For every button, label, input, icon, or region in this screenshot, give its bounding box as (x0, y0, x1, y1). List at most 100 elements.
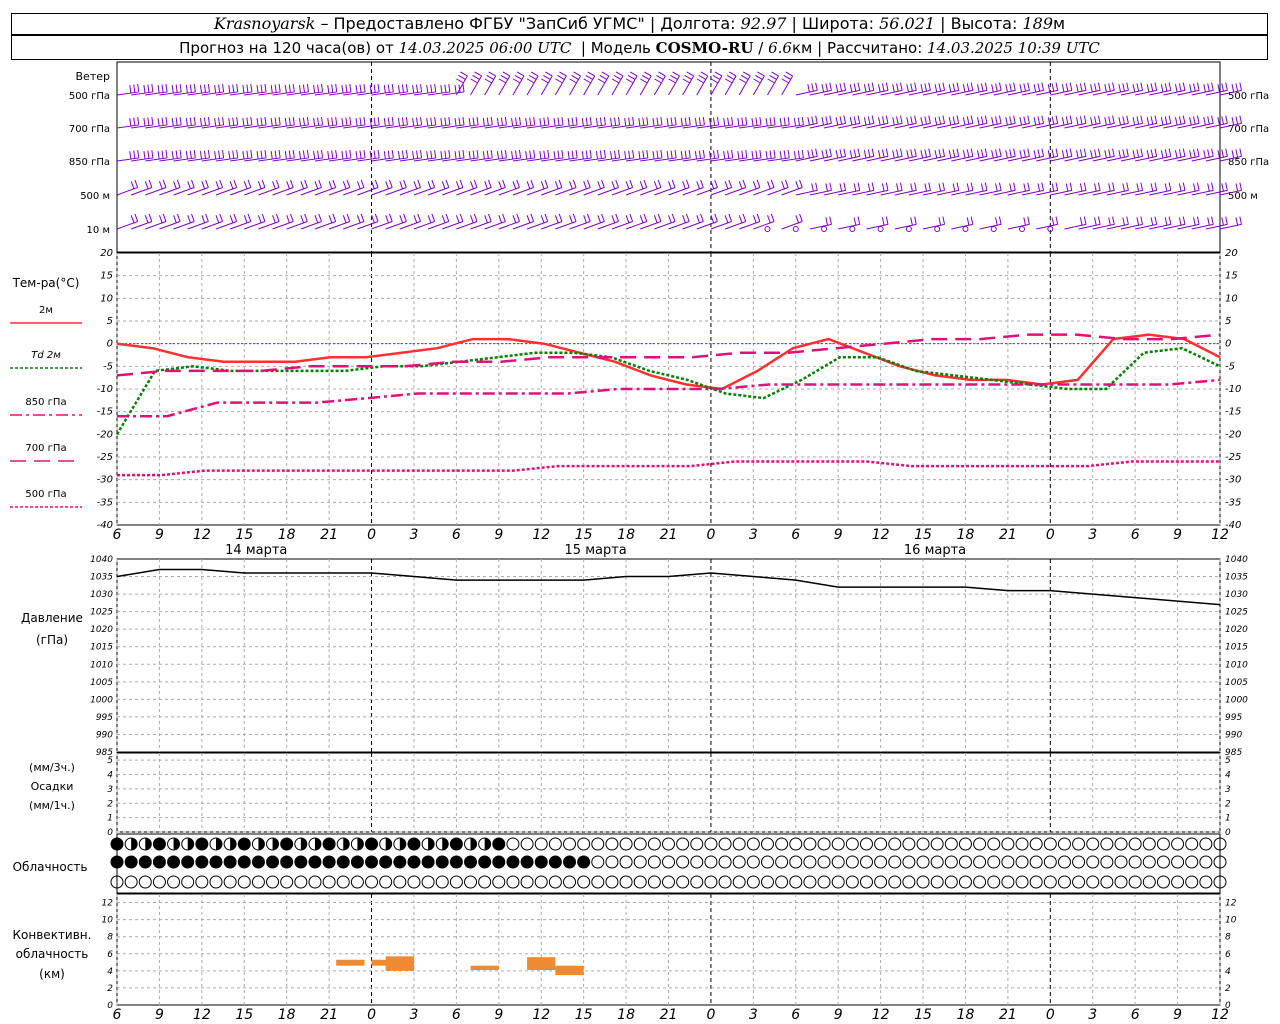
wind-barb-flag (910, 83, 913, 92)
cloud-symbol (633, 855, 647, 869)
wind-barb-flag (530, 179, 535, 188)
wind-barb-flag (745, 116, 748, 126)
cloud-symbol (266, 855, 280, 869)
wind-barb-flag (660, 116, 663, 126)
wind-barb-flag (829, 115, 832, 124)
wind-barb-flag (179, 149, 182, 159)
cloud-symbol (633, 837, 647, 851)
y-tick-label: 1005 (1225, 678, 1248, 688)
wind-barb-flag (1075, 117, 1079, 126)
time-tick-label: 18 (957, 1007, 975, 1023)
wind-barb-flag (825, 149, 829, 158)
cloud-symbol (223, 855, 237, 869)
wind-barb-flag (1182, 182, 1186, 191)
y-tick-label: 4 (107, 771, 113, 781)
wind-barb-flag (1079, 116, 1083, 125)
wind-barb-flag (585, 117, 588, 126)
wind-barb-flag (753, 78, 761, 84)
cloud-symbol (1086, 875, 1100, 889)
wind-barb-flag (585, 74, 593, 80)
wind-barb-flag (130, 215, 135, 224)
wind-barb-flag (256, 85, 259, 94)
wind-barb-flag (335, 116, 338, 126)
wind-barb-flag (1027, 148, 1030, 157)
wind-barb-flag (1065, 116, 1069, 125)
cloud-symbol (492, 875, 506, 889)
wind-barb-flag (215, 181, 220, 190)
wind-barb-flag (643, 213, 648, 222)
wind-barb-flag (218, 84, 221, 93)
cloud-symbol (605, 855, 619, 869)
wind-barb (752, 75, 765, 96)
wind-barb-flag (290, 179, 294, 188)
wind-barb-flag (1013, 148, 1016, 157)
wind-barb-flag (335, 149, 338, 159)
wind-barb-flag (737, 118, 740, 127)
wind-barb-flag (412, 118, 415, 127)
wind-barb-flag (473, 213, 478, 222)
wind-barb-flag (243, 181, 248, 190)
wind-barb-flag (942, 148, 946, 157)
cloud-symbol (1057, 875, 1071, 889)
wind-barb-flag (484, 181, 488, 190)
wind-barb-flag (1051, 183, 1055, 192)
wind-barb-flag (885, 216, 889, 225)
y-tick-label: 10 (1225, 916, 1237, 926)
wind-barb-flag (885, 115, 889, 124)
y-tick-label: 10 (102, 916, 114, 926)
time-tick-label: 3 (410, 527, 419, 543)
cloud-symbol (393, 875, 407, 889)
wind-barb-flag (1178, 116, 1182, 125)
cloud-symbol (506, 837, 520, 851)
cloud-symbol (1043, 875, 1057, 889)
wind-barb-flag (203, 150, 207, 159)
wind-barb (583, 75, 596, 96)
cloud-symbol (690, 837, 704, 851)
cloud-symbol (534, 875, 548, 889)
wind-barb-flag (573, 71, 581, 77)
wind-barb-flag (811, 183, 814, 192)
wind-barb-flag (397, 85, 401, 94)
cloud-symbol (930, 837, 944, 851)
wind-barb-flag (1182, 115, 1186, 124)
wind-barb-flag (942, 216, 946, 225)
wind-barb-flag (148, 179, 153, 188)
wind-barb-flag (1009, 116, 1012, 125)
wind-barb-flag (694, 118, 697, 127)
wind-barb-flag (189, 117, 192, 126)
wind-barb-flag (700, 179, 704, 188)
cloud-symbol-fill (272, 838, 279, 850)
wind-barb-flag (653, 215, 658, 224)
wind-barb-flag (1065, 149, 1069, 158)
time-tick-label: 0 (367, 527, 376, 543)
wind-barb-flag (317, 150, 320, 159)
wind-barb-flag (557, 74, 565, 80)
wind-barb-flag (1207, 116, 1210, 125)
wind-barb-flag (458, 150, 461, 159)
wind-barb-flag (363, 116, 366, 126)
wind-barb-flag (684, 74, 692, 80)
cloud-symbol (266, 875, 280, 889)
wind-barb-flag (682, 181, 686, 190)
wind-barb-flag (1069, 148, 1073, 157)
wind-barb-flag (389, 213, 393, 222)
wind-barb-flag (416, 150, 419, 159)
wind-barb-flag (1027, 82, 1030, 91)
wind-barb-flag (765, 151, 768, 160)
cloud-symbol (1171, 875, 1185, 889)
wind-barb-flag (714, 71, 723, 77)
wind-barb-flag (444, 117, 447, 126)
cloud-symbol (746, 837, 760, 851)
cloud-symbol (110, 837, 124, 851)
wind-barb-flag (849, 150, 853, 159)
wind-barb-flag (853, 83, 857, 92)
wind-barb-flag (242, 151, 245, 160)
wind-barb-flag (849, 117, 853, 126)
wind-barb-flag (991, 150, 994, 159)
wind-barb-flag (998, 216, 1002, 225)
time-tick-label: 3 (1088, 527, 1097, 543)
day-label: 14 марта (225, 543, 287, 558)
wind-barb-flag (571, 74, 579, 80)
y-tick-label: 0 (107, 828, 113, 838)
wind-barb-flag (685, 179, 690, 188)
